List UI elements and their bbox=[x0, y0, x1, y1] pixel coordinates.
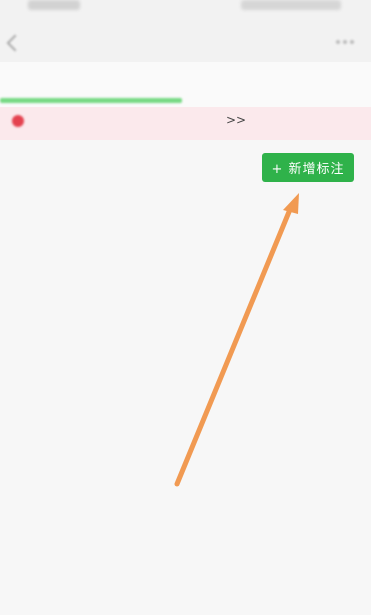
more-icon bbox=[350, 40, 354, 44]
back-button[interactable] bbox=[6, 34, 24, 52]
tab-second[interactable] bbox=[186, 62, 371, 107]
status-right bbox=[241, 0, 341, 10]
add-annotation-button[interactable]: + 新增标注 bbox=[262, 153, 354, 182]
notice-banner: >> bbox=[0, 107, 371, 140]
chevron-left-icon bbox=[6, 34, 24, 52]
more-icon bbox=[343, 40, 347, 44]
annotation-header-row: + 新增标注 bbox=[0, 140, 371, 192]
notice-link-arrows: >> bbox=[226, 113, 247, 127]
nav-bar bbox=[0, 22, 371, 62]
status-left bbox=[28, 0, 80, 10]
notice-text bbox=[34, 113, 224, 127]
notice-link[interactable]: >> bbox=[226, 113, 246, 127]
status-bar bbox=[0, 0, 371, 22]
content-area bbox=[0, 192, 371, 615]
more-icon bbox=[336, 40, 340, 44]
alert-icon bbox=[12, 115, 24, 127]
active-tab-indicator bbox=[0, 98, 182, 103]
more-button[interactable] bbox=[333, 34, 357, 50]
